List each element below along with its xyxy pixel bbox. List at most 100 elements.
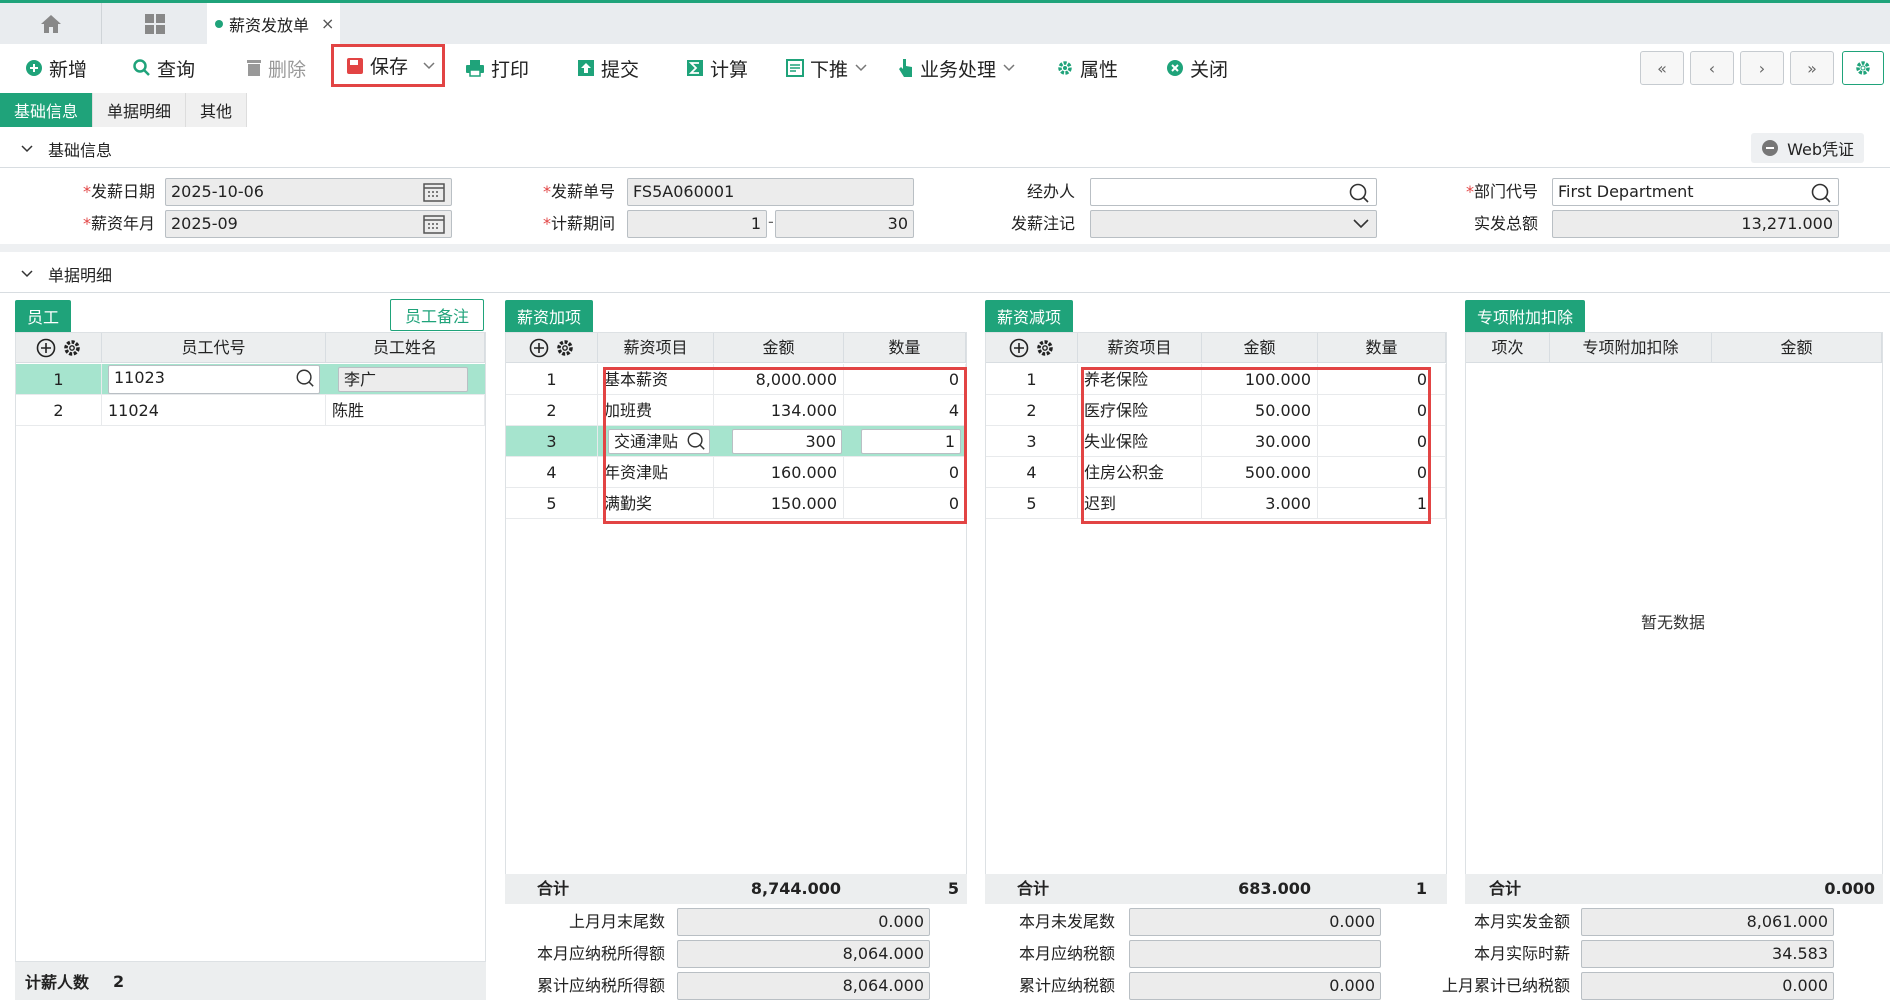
tab-payroll-doc[interactable]: 薪资发放单 ×	[207, 3, 340, 44]
pay-date-label: *发薪日期	[82, 182, 155, 201]
delete-button[interactable]: 删除	[246, 46, 306, 90]
trash-icon	[247, 60, 261, 76]
doc-no-field[interactable]: FS5A060001	[627, 178, 914, 206]
search-icon[interactable]	[295, 368, 315, 388]
gear-icon[interactable]	[62, 338, 82, 358]
row-no: 5	[986, 488, 1078, 519]
grid-tools	[986, 333, 1078, 363]
row-no: 4	[506, 457, 598, 488]
summary-field: 0.000	[1129, 972, 1381, 1000]
calculate-label: 计算	[710, 58, 749, 81]
special-total-row: 合计 0.000	[1465, 874, 1883, 904]
col-special: 专项附加扣除	[1550, 333, 1712, 363]
web-voucher-button[interactable]: Web凭证	[1751, 133, 1864, 163]
count-label: 计薪人数	[25, 973, 90, 992]
total-qty: 1	[1415, 879, 1427, 898]
col-qty: 数量	[844, 333, 966, 363]
search-icon[interactable]	[1348, 182, 1370, 204]
summary-field: 34.583	[1581, 940, 1834, 968]
search-icon[interactable]	[1810, 182, 1832, 204]
summary-label: 本月未发尾数	[1018, 912, 1115, 931]
add-row-icon[interactable]	[1009, 338, 1029, 358]
dept-field[interactable]: First Department	[1552, 178, 1839, 206]
tab-other[interactable]: 其他	[186, 93, 248, 127]
additions-tab[interactable]: 薪资加项	[505, 300, 594, 332]
calculate-button[interactable]: 计算	[686, 46, 748, 90]
summary-label: 累计应纳税额	[1018, 976, 1115, 995]
save-label: 保存	[370, 56, 409, 78]
hand-pointer-icon	[899, 59, 912, 77]
web-voucher-label: Web凭证	[1787, 140, 1854, 159]
calendar-icon[interactable]	[423, 182, 445, 202]
sigma-icon	[687, 60, 703, 76]
deductions-tab[interactable]: 薪资减项	[985, 300, 1074, 332]
business-button[interactable]: 业务处理	[898, 46, 1016, 90]
period-label: *计薪期间	[542, 214, 615, 233]
apps-grid-icon	[145, 13, 165, 34]
count-value: 2	[113, 971, 125, 991]
apps-tab[interactable]	[103, 3, 207, 44]
remark-select[interactable]	[1090, 210, 1377, 238]
save-button[interactable]: 保存	[331, 44, 445, 87]
gear-icon[interactable]	[1035, 338, 1055, 358]
push-down-label: 下推	[810, 58, 849, 81]
row-no: 1	[16, 364, 102, 395]
tab-detail[interactable]: 单据明细	[93, 93, 187, 127]
properties-label: 属性	[1080, 58, 1119, 81]
period-to-field[interactable]: 30	[775, 210, 914, 238]
home-tab[interactable]	[0, 3, 102, 44]
emp-name-field[interactable]: 李广	[338, 367, 468, 392]
row-no: 1	[986, 364, 1078, 395]
pay-month-field[interactable]: 2025-09	[165, 210, 452, 238]
summary-field: 0.000	[1581, 972, 1834, 1000]
special-tab[interactable]: 专项附加扣除	[1465, 300, 1586, 332]
table-row[interactable]: 1 11023 李广	[16, 364, 485, 395]
employee-note-button[interactable]: 员工备注	[390, 299, 485, 331]
query-button[interactable]: 查询	[133, 46, 195, 90]
chevron-down-icon	[21, 144, 33, 152]
period-from-field[interactable]: 1	[627, 210, 767, 238]
first-record-button[interactable]: «	[1640, 51, 1684, 85]
push-down-button[interactable]: 下推	[786, 46, 868, 90]
close-button[interactable]: 关闭	[1166, 46, 1228, 90]
emp-name: 陈胜	[326, 395, 485, 426]
col-amount: 金额	[714, 333, 844, 363]
print-button[interactable]: 打印	[465, 46, 529, 90]
tab-basic-info[interactable]: 基础信息	[0, 93, 94, 127]
deductions-grid: 薪资项目 金额 数量 1 养老保险 100.000 0 2 医疗保险 50.00…	[985, 332, 1447, 904]
section-basic-header[interactable]: 基础信息	[0, 130, 1890, 168]
add-row-icon[interactable]	[529, 338, 549, 358]
summary-field: 0.000	[677, 908, 930, 936]
employees-tab[interactable]: 员工	[15, 300, 72, 332]
emp-code: 11024	[102, 395, 326, 426]
next-record-button[interactable]: ›	[1740, 51, 1784, 85]
employees-grid: 员工代号 员工姓名 1 11023 李广 2 11024 陈胜	[15, 332, 486, 962]
total-amount: 8,744.000	[750, 879, 841, 898]
submit-button[interactable]: 提交	[577, 46, 639, 90]
emp-code-input[interactable]: 11023	[108, 365, 320, 394]
summary-label: 本月实发金额	[1473, 912, 1570, 931]
properties-button[interactable]: 属性	[1056, 46, 1118, 90]
row-no: 2	[16, 395, 102, 426]
query-label: 查询	[157, 58, 196, 81]
table-row[interactable]: 2 11024 陈胜	[16, 395, 485, 426]
chevron-left-icon: ‹	[1708, 58, 1716, 78]
close-tab-icon[interactable]: ×	[321, 14, 334, 33]
section-detail-header[interactable]: 单据明细	[0, 255, 1890, 293]
row-no: 3	[986, 426, 1078, 457]
add-row-icon[interactable]	[36, 338, 56, 358]
add-button[interactable]: 新增	[25, 46, 87, 90]
print-label: 打印	[491, 58, 530, 81]
last-record-button[interactable]: »	[1790, 51, 1834, 85]
calendar-icon[interactable]	[423, 214, 445, 234]
pay-date-field[interactable]: 2025-10-06	[165, 178, 452, 206]
pay-month-label: *薪资年月	[82, 214, 155, 233]
grid-tools	[506, 333, 598, 363]
summary-label: 本月应纳税额	[1018, 944, 1115, 963]
grid-header: 项次 专项附加扣除 金额	[1466, 333, 1882, 363]
summary-label: 上月月末尾数	[568, 912, 665, 931]
prev-record-button[interactable]: ‹	[1690, 51, 1734, 85]
gear-icon[interactable]	[555, 338, 575, 358]
settings-button[interactable]	[1842, 51, 1884, 85]
handler-field[interactable]	[1090, 178, 1377, 206]
